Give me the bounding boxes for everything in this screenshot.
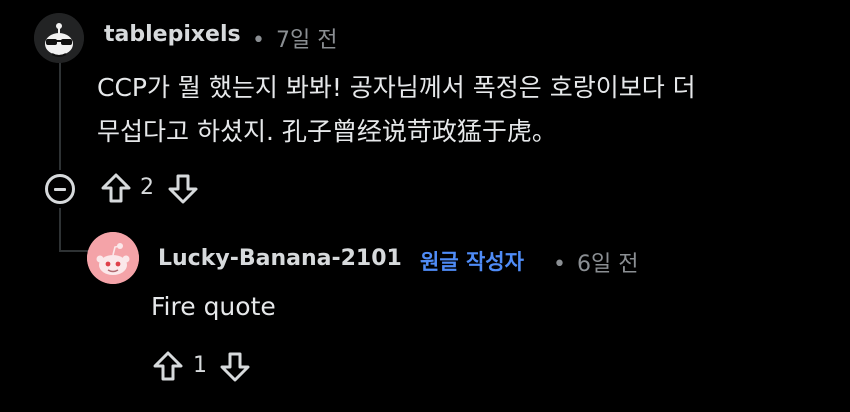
comment-username[interactable]: tablepixels bbox=[104, 22, 241, 47]
meta-separator: • bbox=[252, 28, 265, 53]
avatar[interactable] bbox=[34, 13, 84, 63]
reply-avatar[interactable] bbox=[87, 232, 139, 284]
reply-username[interactable]: Lucky-Banana-2101 bbox=[158, 246, 402, 271]
arrow-up-outline-icon bbox=[153, 351, 183, 381]
snoo-default-avatar-icon bbox=[87, 232, 139, 284]
vote-score: 1 bbox=[193, 353, 207, 378]
thread-line-top bbox=[59, 62, 61, 170]
arrow-down-outline-icon bbox=[168, 174, 198, 204]
reply-timestamp: 6일 전 bbox=[576, 252, 639, 277]
reply-meta: • 6일 전 bbox=[553, 246, 638, 278]
arrow-down-outline-icon bbox=[220, 352, 250, 382]
downvote-button[interactable] bbox=[218, 350, 252, 384]
comment-body-line: CCP가 뭘 했는지 봐봐! 공자님께서 폭정은 호랑이보다 더 bbox=[97, 73, 696, 102]
thread-reply-connector bbox=[59, 250, 89, 252]
thread-line-bottom bbox=[59, 208, 61, 252]
arrow-up-outline-icon bbox=[101, 173, 131, 203]
vote-score: 2 bbox=[140, 175, 154, 200]
op-badge: 원글 작성자 bbox=[420, 250, 524, 274]
collapse-thread-button[interactable] bbox=[45, 174, 75, 204]
comment-body-line: 무섭다고 하셨지. 孔子曾经说苛政猛于虎。 bbox=[97, 117, 557, 146]
upvote-button[interactable] bbox=[99, 171, 133, 205]
snoo-sunglasses-avatar-icon bbox=[34, 13, 84, 63]
comment-body: CCP가 뭘 했는지 봐봐! 공자님께서 폭정은 호랑이보다 더 무섭다고 하셨… bbox=[97, 66, 696, 154]
comment-timestamp: 7일 전 bbox=[275, 28, 338, 53]
comment-meta: • 7일 전 bbox=[252, 22, 337, 54]
meta-separator: • bbox=[553, 252, 566, 277]
downvote-button[interactable] bbox=[166, 172, 200, 206]
reply-body: Fire quote bbox=[151, 292, 276, 321]
upvote-button[interactable] bbox=[151, 349, 185, 383]
